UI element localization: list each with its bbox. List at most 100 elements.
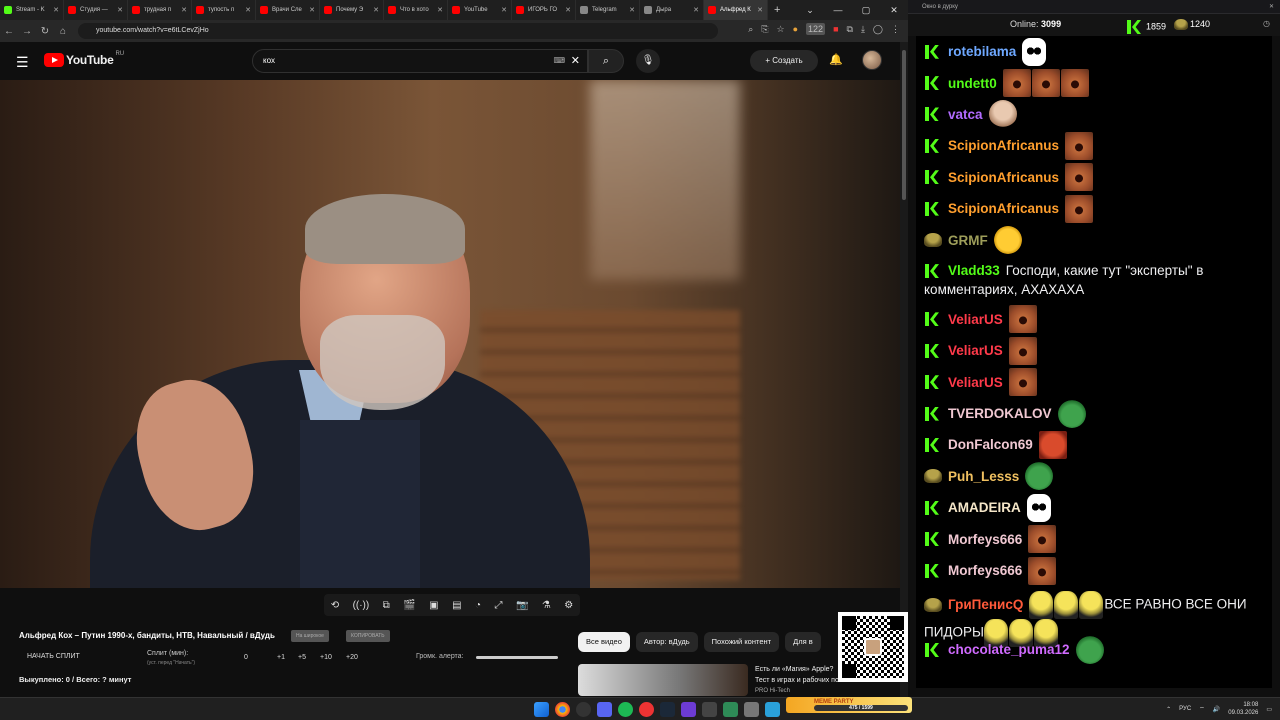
chat-username[interactable]: Vladd33 — [948, 263, 1000, 278]
tab-close-icon[interactable]: ✕ — [181, 6, 187, 14]
split-plus-5[interactable]: +5 — [298, 654, 306, 661]
recommended-channel[interactable]: PRO Hi-Tech — [755, 688, 790, 694]
home-icon[interactable]: ⌂ — [54, 26, 72, 37]
tab-close-icon[interactable]: ✕ — [309, 6, 315, 14]
filter-similar[interactable]: Похожий контент — [703, 632, 780, 652]
close-window-button[interactable]: ✕ — [880, 0, 908, 20]
split-plus-10[interactable]: +10 — [320, 654, 332, 661]
speedometer-icon[interactable]: ◔ — [475, 600, 481, 611]
filter-all-videos[interactable]: Все видео — [578, 632, 630, 652]
chat-username[interactable]: TVERDOKALOV — [948, 406, 1052, 421]
browser-tab[interactable]: Что в хото ✕ — [384, 0, 448, 20]
clapperboard-icon[interactable]: 🎬 — [403, 600, 415, 611]
tab-close-icon[interactable]: ✕ — [501, 6, 507, 14]
tab-close-icon[interactable]: ✕ — [693, 6, 699, 14]
flask-icon[interactable]: ⚗ — [542, 600, 551, 611]
green-app-icon[interactable] — [723, 702, 738, 717]
create-button[interactable]: + Создать — [750, 50, 818, 72]
clear-search-icon[interactable]: ✕ — [571, 50, 580, 72]
filter-author[interactable]: Автор: вДудь — [635, 632, 698, 652]
tab-close-icon[interactable]: ✕ — [117, 6, 123, 14]
keyboard-icon[interactable]: ⌨ — [553, 50, 565, 72]
chat-messages[interactable]: rotebilama undett0 vatca ScipionAfricanus Sc… — [916, 36, 1272, 688]
bookmark-star-icon[interactable]: ☆ — [777, 24, 785, 35]
split-value-0[interactable]: 0 — [244, 654, 248, 661]
browser-tab[interactable]: YouTube ✕ — [448, 0, 512, 20]
browser-tab[interactable]: Telegram ✕ — [576, 0, 640, 20]
filter-for-you[interactable]: Для в — [785, 632, 821, 652]
new-tab-button[interactable]: + — [774, 4, 780, 16]
voice-search-button[interactable]: 🎙 — [636, 49, 660, 73]
recommended-title[interactable]: Есть ли «Магия» Apple? Тест в играх и ра… — [755, 664, 845, 686]
language-indicator[interactable]: РУС — [1179, 706, 1191, 712]
tab-close-icon[interactable]: ✕ — [245, 6, 251, 14]
search-button[interactable]: ⌕ — [588, 49, 624, 73]
chat-username[interactable]: Morfeys666 — [948, 532, 1022, 547]
browser-tab[interactable]: Альфред К ✕ — [704, 0, 768, 20]
youtube-logo[interactable]: YouTube RU — [44, 51, 124, 67]
extension-cookie-icon[interactable]: ● — [793, 24, 798, 34]
subtitles-icon[interactable]: ▤ — [452, 600, 461, 611]
extensions-puzzle-icon[interactable]: ⧉ — [847, 24, 853, 35]
address-bar[interactable]: youtube.com/watch?v=e6tLCevZjHo — [78, 23, 718, 39]
volume-icon[interactable]: 🔊 — [1213, 706, 1220, 713]
tray-chevron-icon[interactable]: ⌃ — [1166, 706, 1171, 713]
browser-tab[interactable]: Stream - K ✕ — [0, 0, 64, 20]
camera-icon[interactable]: 📷 — [516, 600, 528, 611]
split-plus-1[interactable]: +1 — [277, 654, 285, 661]
loop-icon[interactable]: ⟲ — [331, 600, 339, 611]
settings-app-icon[interactable] — [744, 702, 759, 717]
forward-icon[interactable]: → — [18, 26, 36, 37]
extension-red-icon[interactable]: ■ — [833, 24, 838, 34]
chat-username[interactable]: AMADEIRA — [948, 500, 1021, 515]
notifications-icon[interactable]: ▭ — [1266, 706, 1272, 713]
chat-username[interactable]: rotebilama — [948, 44, 1016, 59]
browser-tab[interactable]: Студия — ✕ — [64, 0, 128, 20]
tab-search-icon[interactable]: ⌄ — [796, 0, 824, 20]
split-plus-20[interactable]: +20 — [346, 654, 358, 661]
telegram-icon[interactable] — [765, 702, 780, 717]
alert-volume-slider[interactable] — [476, 656, 558, 659]
chat-username[interactable]: VeliarUS — [948, 312, 1003, 327]
system-clock[interactable]: 18:08 09.03.2026 — [1228, 701, 1258, 717]
gear-icon[interactable]: ⚙ — [564, 600, 573, 611]
chat-username[interactable]: ScipionAfricanus — [948, 170, 1059, 185]
back-icon[interactable]: ← — [0, 26, 18, 37]
video-settings-icon[interactable]: ⧉ — [383, 600, 390, 611]
chat-username[interactable]: Morfeys666 — [948, 563, 1022, 578]
network-icon[interactable]: ⌔ — [1199, 705, 1205, 713]
chat-username[interactable]: ГриПенисQ — [948, 597, 1023, 612]
chat-username[interactable]: VeliarUS — [948, 343, 1003, 358]
page-scrollbar[interactable] — [900, 42, 908, 697]
start-split-button[interactable]: НАЧАТЬ СПЛИТ — [27, 653, 80, 660]
wide-mode-chip[interactable]: На широкое — [291, 630, 329, 642]
browser-tab[interactable]: Врачи Сле ✕ — [256, 0, 320, 20]
chat-username[interactable]: chocolate_puma12 — [948, 642, 1070, 657]
chrome-icon[interactable] — [555, 702, 570, 717]
browser-tab[interactable]: трудная п ✕ — [128, 0, 192, 20]
menu-kebab-icon[interactable]: ⋮ — [891, 24, 900, 35]
windows-start-icon[interactable] — [534, 702, 549, 717]
chat-username[interactable]: VeliarUS — [948, 375, 1003, 390]
chat-username[interactable]: ScipionAfricanus — [948, 138, 1059, 153]
cast-icon[interactable]: ⎘ — [761, 24, 768, 35]
user-avatar[interactable] — [862, 50, 882, 70]
tab-close-icon[interactable]: ✕ — [373, 6, 379, 14]
profile-icon[interactable]: ◯ — [873, 24, 883, 35]
chat-username[interactable]: DonFalcon69 — [948, 437, 1033, 452]
browser-tab[interactable]: ИГОРЬ ГО ✕ — [512, 0, 576, 20]
minimize-button[interactable]: — — [824, 0, 852, 20]
audio-wave-icon[interactable]: ((·)) — [353, 600, 370, 611]
tab-close-icon[interactable]: ✕ — [437, 6, 443, 14]
tab-close-icon[interactable]: ✕ — [757, 6, 763, 14]
steam-icon[interactable] — [660, 702, 675, 717]
tab-close-icon[interactable]: ✕ — [629, 6, 635, 14]
resize-icon[interactable]: ⤢ — [494, 600, 502, 611]
timer-icon[interactable]: ◷ — [1263, 19, 1270, 28]
hamburger-menu-icon[interactable]: ☰ — [16, 54, 29, 71]
download-icon[interactable]: ⤓ — [861, 24, 865, 35]
browser-tab[interactable]: Почему Э ✕ — [320, 0, 384, 20]
spotify-icon[interactable] — [618, 702, 633, 717]
media-player-icon[interactable] — [681, 702, 696, 717]
scrollbar-thumb[interactable] — [902, 50, 906, 200]
